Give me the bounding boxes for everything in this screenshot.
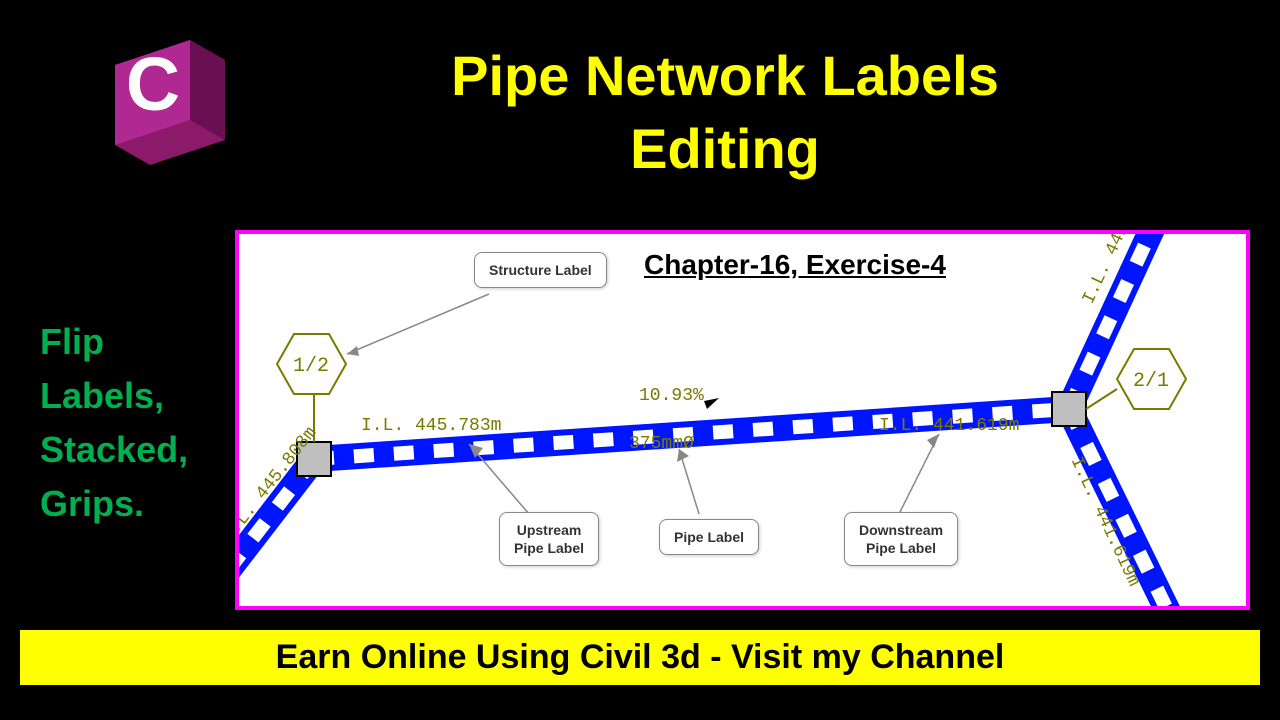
promo-text: Earn Online Using Civil 3d - Visit my Ch… [276,638,1005,677]
sidebar-line1: Flip [40,315,188,369]
structure-2 [1052,392,1086,426]
hex1-text: 1/2 [293,355,329,378]
page-title: Pipe Network Labels Editing [300,40,1150,186]
title-line2: Editing [300,113,1150,186]
flow-arrow-icon [704,398,719,409]
callout-structure-label: Structure Label [474,252,607,288]
il-upstream-text: I.L. 445.783m [361,416,501,436]
promo-banner[interactable]: Earn Online Using Civil 3d - Visit my Ch… [20,630,1260,685]
sidebar-line4: Grips. [40,477,188,531]
il-downstream-text: I.L. 441.619m [879,416,1019,436]
callout-upstream-label: Upstream Pipe Label [499,512,599,566]
sidebar-feature-list: Flip Labels, Stacked, Grips. [40,315,188,531]
callout-arrow-structure [347,346,359,356]
diagram-panel: Chapter-16, Exercise-4 1/2 2/ [235,230,1250,610]
callout-line-structure [347,294,489,354]
callout-arrow-downstream [927,434,939,448]
sidebar-line2: Labels, [40,369,188,423]
sidebar-line3: Stacked, [40,423,188,477]
diameter-text: 375mmØ [629,434,694,454]
title-line1: Pipe Network Labels [300,40,1150,113]
slope-text: 10.93% [639,386,704,406]
callout-pipe-label: Pipe Label [659,519,759,555]
callout-downstream-label: Downstream Pipe Label [844,512,958,566]
hex2-text: 2/1 [1133,370,1169,393]
logo-letter: C [126,42,180,126]
app-logo: C [95,30,235,170]
